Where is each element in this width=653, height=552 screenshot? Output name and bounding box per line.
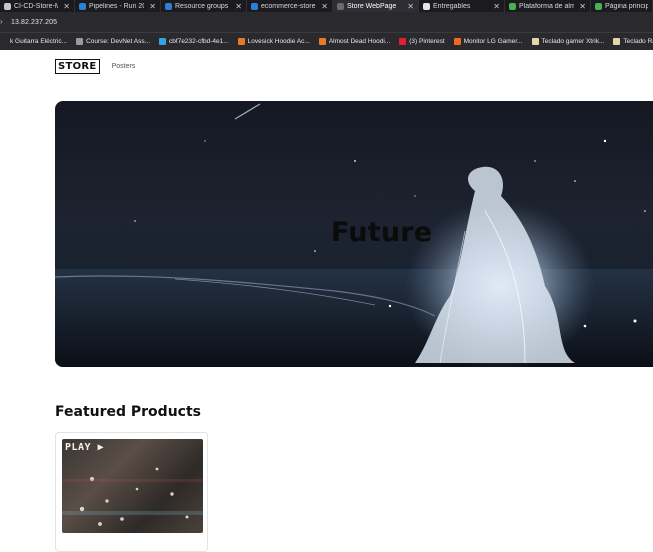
tab-label: Resource groups - M: [175, 2, 230, 10]
bookmarks-bar: k Guitarra Eléctric... Course: DevNet Ass…: [0, 32, 653, 50]
bookmark-favicon-icon: [237, 38, 245, 45]
product-image[interactable]: PLAY ▶: [62, 439, 203, 533]
bookmark-item[interactable]: k Guitarra Eléctric...: [0, 38, 67, 45]
address-bar: › 13.82.237.205: [0, 12, 653, 32]
bookmark-item[interactable]: Teclado gamer Xtrik...: [531, 38, 605, 45]
bookmark-favicon-icon: [453, 38, 461, 45]
browser-tab[interactable]: Pipelines - Run 202 ✕: [75, 0, 161, 12]
browser-tab[interactable]: Resource groups - M ✕: [161, 0, 247, 12]
bookmark-item[interactable]: cbf7e232-cfbd-4e1...: [159, 38, 229, 45]
bookmark-label: Course: DevNet Ass...: [86, 38, 151, 45]
tab-label: Página principal - S: [605, 2, 648, 10]
browser-tab[interactable]: Plataforma de alma ✕: [505, 0, 591, 12]
bookmark-label: Monitor LG Gamer...: [463, 38, 523, 45]
browser-tab-bar: CI-CD-Store-Micro✕Pipelines - Run 202✕Re…: [0, 0, 653, 12]
tab-label: Store WebPage: [347, 2, 397, 10]
hero-banner: Future: [55, 101, 653, 367]
bookmark-label: k Guitarra Eléctric...: [10, 38, 68, 45]
tab-favicon-icon: [595, 2, 602, 10]
bookmark-item[interactable]: Monitor LG Gamer...: [453, 38, 523, 45]
browser-tab[interactable]: ecommerce-store - M ✕: [247, 0, 333, 12]
tab-favicon-icon: [79, 2, 86, 10]
bookmark-item[interactable]: Almost Dead Hoodi...: [318, 38, 391, 45]
site-nav: STORE Posters: [55, 59, 135, 74]
bookmark-label: cbf7e232-cfbd-4e1...: [169, 38, 229, 45]
browser-tab[interactable]: Store WebPage ✕: [333, 0, 419, 12]
reload-icon[interactable]: ›: [0, 12, 6, 32]
bookmark-item[interactable]: Lovesick Hoodie Ac...: [237, 38, 310, 45]
tab-favicon-icon: [165, 2, 172, 10]
tab-close-icon[interactable]: ✕: [407, 2, 414, 11]
browser-tab[interactable]: CI-CD-Store-Micro ✕: [0, 0, 75, 12]
tab-favicon-icon: [4, 2, 11, 10]
bookmark-label: Teclado gamer Xtrik...: [541, 38, 605, 45]
product-card[interactable]: PLAY ▶: [55, 432, 208, 552]
bookmark-item[interactable]: Course: DevNet Ass...: [76, 38, 150, 45]
bookmark-label: (3) Pinterest: [409, 38, 445, 45]
tab-favicon-icon: [251, 2, 258, 10]
tab-label: Entregables: [433, 2, 471, 10]
bookmark-favicon-icon: [76, 38, 84, 45]
bookmark-favicon-icon: [531, 38, 539, 45]
tab-favicon-icon: [423, 2, 430, 10]
tab-close-icon[interactable]: ✕: [493, 2, 500, 11]
bookmark-item[interactable]: Teclado Razer Orna...: [613, 38, 653, 45]
tab-close-icon[interactable]: ✕: [149, 2, 156, 11]
bookmark-item[interactable]: (3) Pinterest: [399, 38, 445, 45]
nav-link-posters[interactable]: Posters: [112, 63, 136, 70]
hero-title: Future: [331, 217, 433, 248]
bookmark-favicon-icon: [159, 38, 167, 45]
tab-close-icon[interactable]: ✕: [63, 2, 70, 11]
bookmark-favicon-icon: [0, 38, 7, 45]
web-page: STORE Posters Future Featured Products P…: [0, 50, 653, 552]
browser-tab[interactable]: Entregables ✕: [419, 0, 505, 12]
bookmark-favicon-icon: [399, 38, 407, 45]
bookmark-label: Teclado Razer Orna...: [623, 38, 653, 45]
bookmark-label: Almost Dead Hoodi...: [328, 38, 391, 45]
tab-close-icon[interactable]: ✕: [579, 2, 586, 11]
product-artwork: [62, 467, 203, 526]
tab-label: Pipelines - Run 202: [89, 2, 145, 10]
tab-label: ecommerce-store - M: [261, 2, 316, 10]
browser-tab[interactable]: Página principal - S: [591, 0, 653, 12]
bookmark-label: Lovesick Hoodie Ac...: [247, 38, 310, 45]
tab-close-icon[interactable]: ✕: [235, 2, 242, 11]
tab-label: Plataforma de alma: [519, 2, 575, 10]
bookmark-favicon-icon: [318, 38, 326, 45]
tab-favicon-icon: [509, 2, 516, 10]
tab-close-icon[interactable]: ✕: [321, 2, 328, 11]
tab-favicon-icon: [337, 2, 344, 10]
featured-products-heading: Featured Products: [55, 404, 201, 420]
url-text[interactable]: 13.82.237.205: [11, 19, 57, 26]
store-logo[interactable]: STORE: [55, 59, 100, 74]
play-label: PLAY ▶: [65, 442, 105, 453]
tab-label: CI-CD-Store-Micro: [14, 2, 58, 10]
bookmark-favicon-icon: [613, 38, 621, 45]
